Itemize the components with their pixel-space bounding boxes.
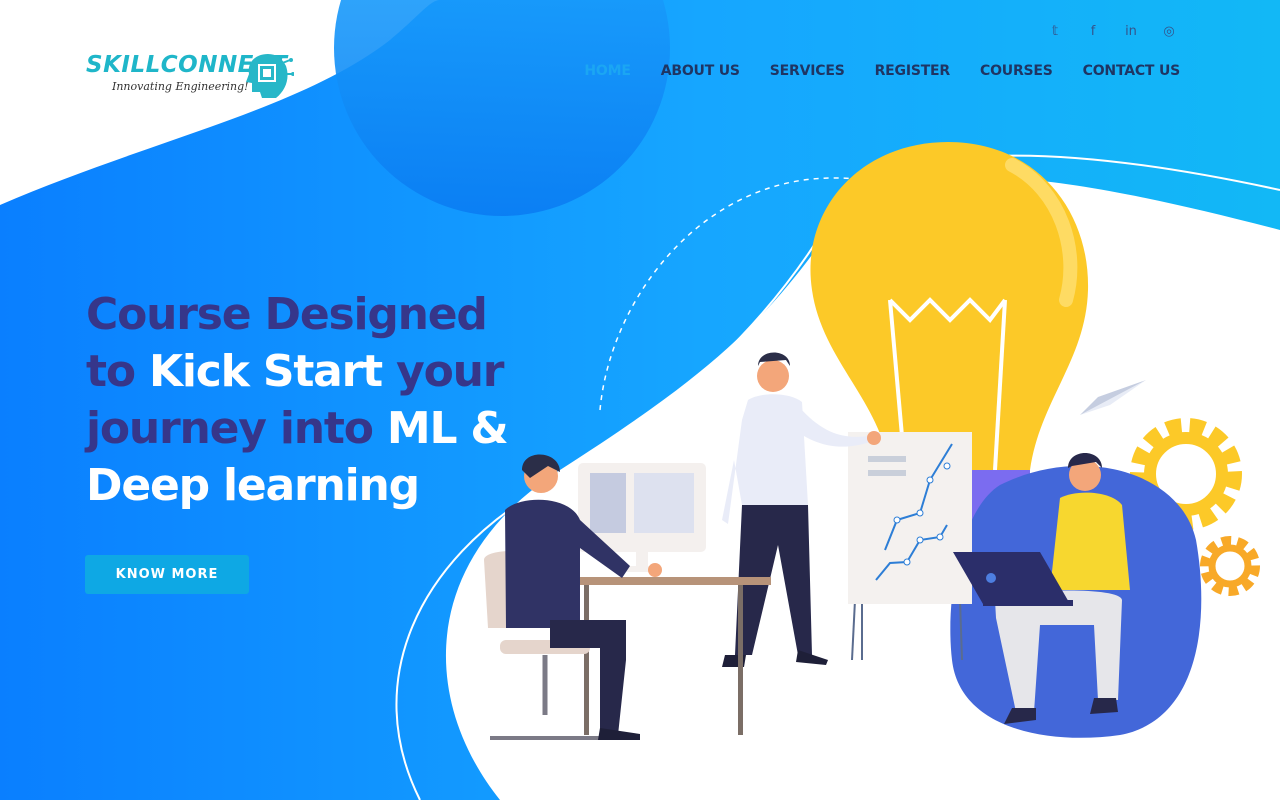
know-more-button[interactable]: KNOW MORE: [85, 555, 249, 594]
headline-part: Course Designed: [86, 289, 488, 340]
headline-part: your: [381, 346, 504, 397]
headline-part: to: [86, 346, 149, 397]
nav-services[interactable]: SERVICES: [770, 63, 845, 79]
nav-courses[interactable]: COURSES: [980, 63, 1053, 79]
nav-home[interactable]: HOME: [584, 63, 631, 79]
instagram-icon[interactable]: ◎: [1160, 22, 1178, 40]
headline-highlight: Deep learning: [86, 460, 420, 511]
twitter-icon[interactable]: 𝕥: [1046, 22, 1064, 40]
nav-contact-us[interactable]: CONTACT US: [1083, 63, 1181, 79]
social-links: 𝕥 f in ◎: [1046, 22, 1178, 40]
linkedin-icon[interactable]: in: [1122, 22, 1140, 40]
main-nav: HOME ABOUT US SERVICES REGISTER COURSES …: [584, 63, 1180, 79]
brand-tagline: Innovating Engineering!: [112, 80, 249, 93]
headline-highlight: Kick Start: [148, 346, 383, 397]
landing-page: SKILLCONNECT Innovating Engineering! 𝕥 f…: [0, 0, 1280, 800]
brand-logo[interactable]: SKILLCONNECT Innovating Engineering!: [86, 52, 306, 102]
nav-about-us[interactable]: ABOUT US: [661, 63, 740, 79]
hero-headline: Course Designed to Kick Start your journ…: [86, 286, 556, 514]
headline-highlight: ML &: [386, 403, 509, 454]
nav-register[interactable]: REGISTER: [875, 63, 951, 79]
headline-part: journey into: [86, 403, 387, 454]
facebook-icon[interactable]: f: [1084, 22, 1102, 40]
brain-chip-icon: [246, 54, 294, 98]
